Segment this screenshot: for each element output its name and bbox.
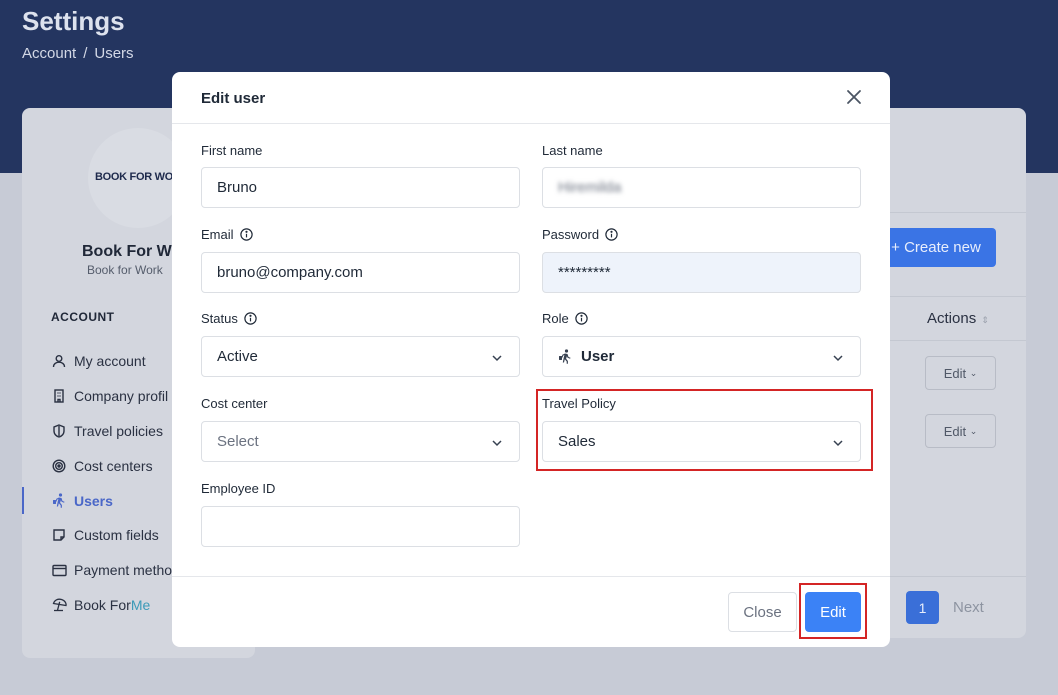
close-icon[interactable]: [844, 87, 864, 107]
actions-column-header[interactable]: Actions ⇕: [927, 310, 989, 327]
password-label: Password: [542, 227, 618, 242]
target-icon: [51, 458, 67, 474]
first-name-field[interactable]: [201, 167, 520, 208]
password-value: *********: [558, 264, 611, 281]
sidebar-item-label: Cost centers: [74, 457, 153, 474]
password-field[interactable]: *********: [542, 252, 861, 293]
info-icon[interactable]: [605, 228, 618, 241]
travel-policy-highlight: [536, 389, 873, 471]
last-name-value: Hiremilda: [558, 179, 622, 196]
shield-icon: [51, 423, 67, 439]
employee-id-field[interactable]: [201, 506, 520, 547]
role-value: User: [581, 348, 615, 365]
building-icon: [51, 388, 67, 404]
status-value: Active: [217, 348, 258, 365]
cost-center-select[interactable]: Select: [201, 421, 520, 462]
sidebar-item-label: Custom fields: [74, 527, 159, 544]
info-icon[interactable]: [244, 312, 257, 325]
email-label: Email: [201, 227, 253, 242]
page-title: Settings: [22, 6, 125, 36]
modal-footer-divider: [172, 576, 890, 577]
row-edit-button[interactable]: Edit ⌄: [925, 414, 996, 448]
last-name-label: Last name: [542, 143, 603, 158]
modal-title: Edit user: [201, 90, 266, 107]
traveler-icon: [558, 349, 573, 364]
sidebar-item-label: Travel policies: [74, 422, 163, 439]
chevron-down-icon: [491, 351, 503, 368]
user-icon: [51, 353, 67, 369]
role-select[interactable]: User: [542, 336, 861, 377]
cost-center-label: Cost center: [201, 396, 268, 411]
chevron-down-icon: [832, 351, 844, 368]
sidebar-item-label-suffix: Me: [130, 596, 151, 613]
row-edit-label: Edit: [943, 365, 967, 381]
pagination-current-page[interactable]: 1: [906, 591, 939, 624]
cost-center-placeholder: Select: [217, 433, 259, 450]
breadcrumb-separator: /: [83, 45, 88, 62]
sidebar-item-label: Company profil: [74, 388, 169, 405]
create-new-button[interactable]: + Create new: [876, 228, 996, 267]
info-icon[interactable]: [575, 312, 588, 325]
row-edit-label: Edit: [943, 423, 967, 439]
modal-header: Edit user: [172, 72, 890, 124]
chevron-down-icon: ⌄: [969, 425, 978, 436]
company-subtitle: Book for Work: [87, 263, 163, 277]
edit-user-modal: Edit user First name Last name Hiremilda…: [172, 72, 890, 647]
status-label-text: Status: [201, 311, 238, 326]
actions-header-label: Actions: [927, 310, 977, 327]
password-label-text: Password: [542, 227, 600, 242]
beach-umbrella-icon: [51, 597, 67, 613]
sidebar-item-label: Payment metho: [74, 562, 173, 579]
employee-id-label: Employee ID: [201, 481, 276, 496]
breadcrumb-users[interactable]: Users: [94, 45, 133, 62]
first-name-label: First name: [201, 143, 263, 158]
status-select[interactable]: Active: [201, 336, 520, 377]
breadcrumb-account[interactable]: Account: [22, 45, 76, 62]
logo-text: BOOK FOR WO: [95, 171, 173, 183]
sidebar-item-label: My account: [74, 353, 146, 370]
status-label: Status: [201, 311, 257, 326]
email-label-text: Email: [201, 227, 234, 242]
info-icon[interactable]: [239, 228, 253, 241]
account-section-heading: ACCOUNT: [51, 310, 115, 324]
role-label-text: Role: [542, 311, 569, 326]
note-icon: [51, 527, 67, 543]
email-field[interactable]: [201, 252, 520, 293]
breadcrumb: Account / Users: [22, 45, 134, 62]
role-label: Role: [542, 311, 588, 326]
traveler-icon: [51, 493, 67, 509]
chevron-down-icon: ⌄: [969, 367, 978, 378]
row-edit-button[interactable]: Edit ⌄: [925, 356, 996, 390]
sidebar-item-label: Users: [74, 492, 113, 509]
pagination-next[interactable]: Next: [953, 599, 984, 616]
sort-icon: ⇕: [981, 315, 989, 325]
sidebar-item-label-prefix: Book For: [74, 596, 131, 613]
company-name: Book For Wo: [82, 243, 182, 260]
credit-card-icon: [51, 562, 67, 578]
last-name-field[interactable]: Hiremilda: [542, 167, 861, 208]
close-button[interactable]: Close: [728, 592, 797, 632]
chevron-down-icon: [491, 436, 503, 453]
edit-button-highlight: [799, 583, 867, 639]
